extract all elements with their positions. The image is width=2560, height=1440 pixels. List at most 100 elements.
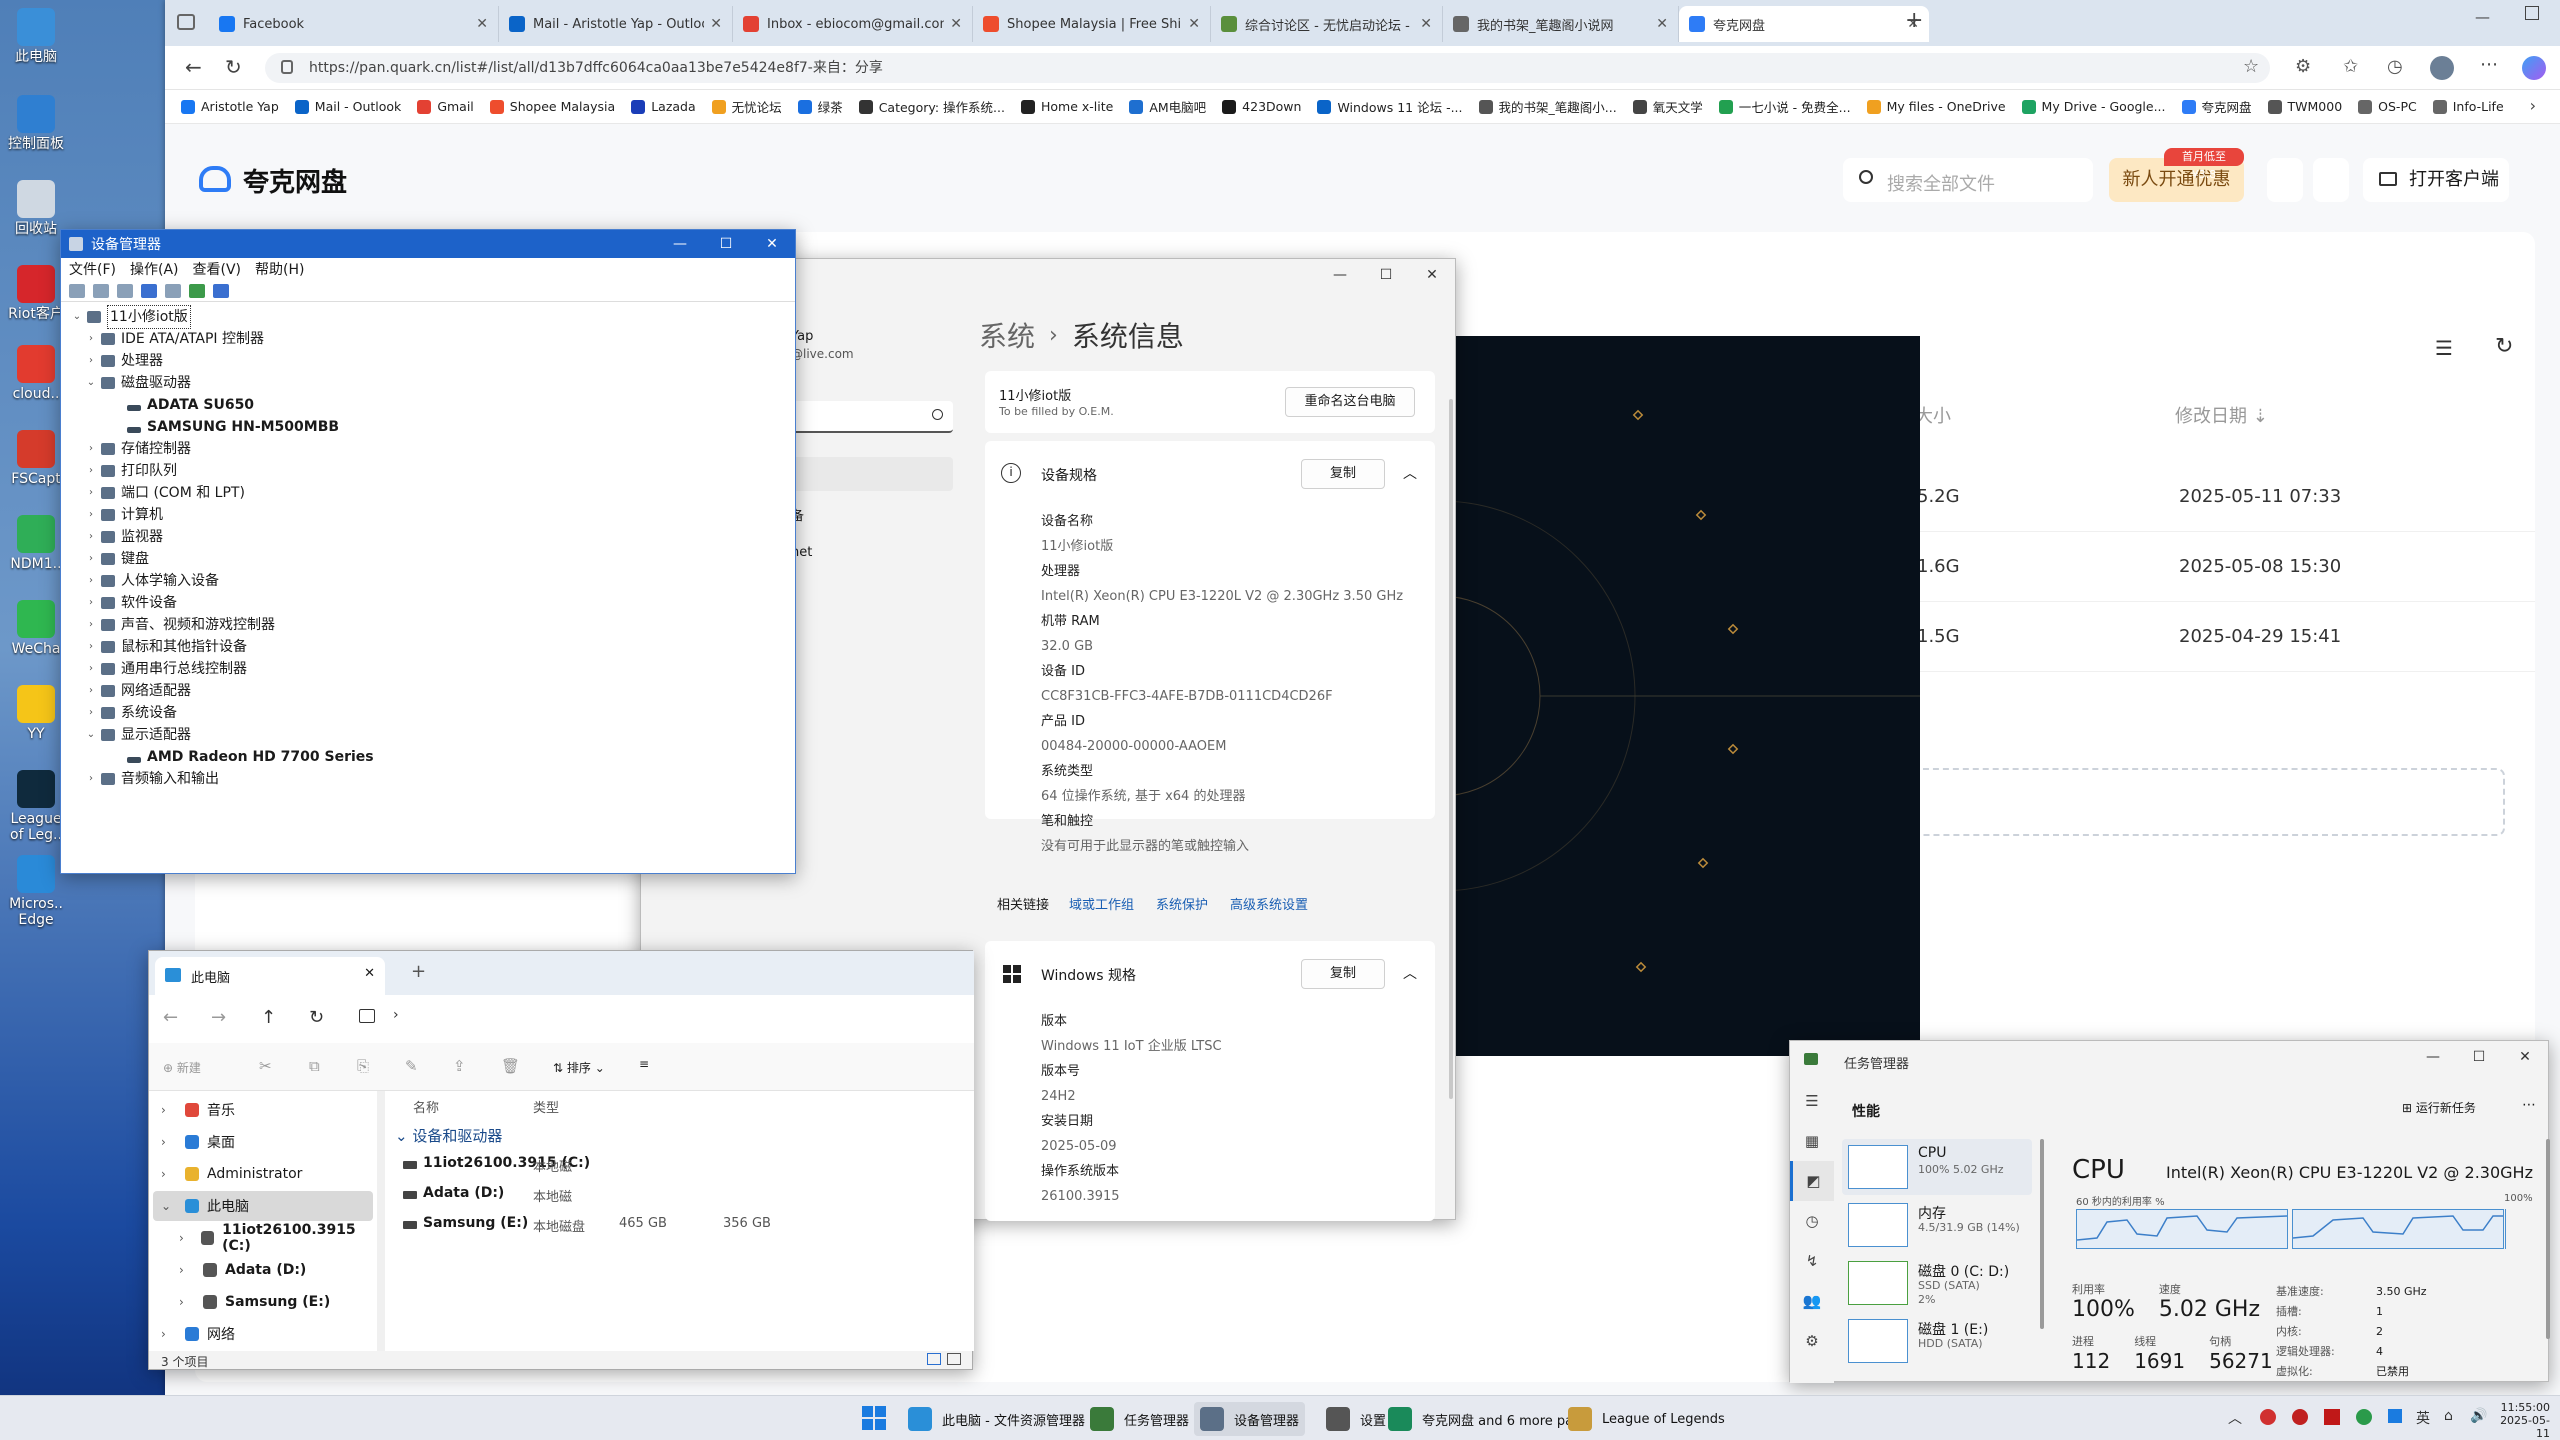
tray-app-icon[interactable] xyxy=(2324,1409,2340,1425)
settings-search-input[interactable] xyxy=(791,401,953,433)
minimize-icon[interactable]: — xyxy=(657,230,703,258)
upload-drop-zone[interactable] xyxy=(1905,768,2505,836)
nav-tree-item[interactable]: › 桌面 xyxy=(153,1127,373,1157)
site-info-icon[interactable] xyxy=(281,60,293,74)
share-icon[interactable]: ⇪ xyxy=(453,1057,466,1075)
promo-button[interactable]: 新人开通优惠 首月低至¥3.8 xyxy=(2109,148,2244,202)
drive-row[interactable]: Samsung (E:) 本地磁盘 465 GB 356 GB xyxy=(385,1211,974,1241)
chevron-right-icon[interactable]: › xyxy=(161,1103,177,1117)
chevron-right-icon[interactable]: › xyxy=(83,328,99,350)
spec-value[interactable]: Intel(R) Xeon(R) CPU E3-1220L V2 @ 2.30G… xyxy=(985,584,1435,609)
url-field[interactable]: https://pan.quark.cn/list#/list/all/d13b… xyxy=(265,53,2270,83)
performance-icon[interactable]: ◩ xyxy=(1790,1161,1834,1201)
chevron-right-icon[interactable]: › xyxy=(161,1167,177,1181)
size-column-header[interactable]: 大小 xyxy=(1915,402,1951,428)
collapse-icon[interactable]: ︿ xyxy=(1403,963,1417,983)
resource-list-scrollbar[interactable] xyxy=(2040,1139,2044,1329)
chevron-right-icon[interactable]: › xyxy=(83,570,99,592)
desktop-icon[interactable]: 控制面板 xyxy=(6,95,66,152)
spec-value[interactable]: 11小修iot版 xyxy=(985,534,1435,559)
delete-icon[interactable]: 🗑 xyxy=(501,1057,520,1075)
new-button[interactable]: ⊕ 新建 xyxy=(163,1059,201,1076)
tree-node[interactable]: › 打印队列 xyxy=(69,460,795,482)
extensions-icon[interactable]: ⚙ xyxy=(2295,56,2311,77)
more-icon[interactable]: ⋯ xyxy=(2522,1097,2536,1113)
chevron-right-icon[interactable]: › xyxy=(161,1327,177,1341)
tree-node[interactable]: › 声音、视频和游戏控制器 xyxy=(69,614,795,636)
close-icon[interactable]: ✕ xyxy=(2502,1041,2548,1073)
bookmark-item[interactable]: TWM000 xyxy=(2267,99,2342,114)
type-column-header[interactable]: 类型 xyxy=(533,1097,559,1116)
bookmarks-overflow-icon[interactable]: › xyxy=(2530,96,2536,115)
spec-value[interactable]: CC8F31CB-FFC3-4AFE-B7DB-0111CD4CD26F xyxy=(985,684,1435,709)
close-tab-icon[interactable]: ✕ xyxy=(1420,16,1432,32)
desktop-icon[interactable]: NDM1.. xyxy=(6,515,66,572)
chevron-right-icon[interactable]: › xyxy=(83,636,99,658)
restore-icon[interactable] xyxy=(2525,6,2539,20)
view-icon[interactable]: ≡ xyxy=(639,1057,649,1071)
chevron-down-icon[interactable]: ⌄ xyxy=(83,724,99,746)
resource-item[interactable]: 磁盘 1 (E:) HDD (SATA) xyxy=(1842,1313,2032,1369)
clock[interactable]: 11:55:00 2025-05-11 xyxy=(2490,1401,2550,1440)
more-icon[interactable]: ⋯ xyxy=(2480,54,2498,75)
related-link[interactable]: 高级系统设置 xyxy=(1230,894,1308,913)
spec-value[interactable]: 64 位操作系统, 基于 x64 的处理器 xyxy=(985,784,1435,809)
tree-node[interactable]: › 处理器 xyxy=(69,350,795,372)
desktop-icon[interactable]: Riot客户 xyxy=(6,265,66,322)
nav-tree-item[interactable]: › 音乐 xyxy=(153,1095,373,1125)
profile-avatar[interactable] xyxy=(2430,56,2454,80)
up-icon[interactable]: ↑ xyxy=(261,1007,276,1028)
copy-windows-spec-button[interactable]: 复制 xyxy=(1301,959,1385,989)
browser-tab[interactable]: Mail - Aristotle Yap - Outlook ✕ xyxy=(499,6,733,42)
chevron-right-icon[interactable]: › xyxy=(83,526,99,548)
bookmark-item[interactable]: OS-PC xyxy=(2358,99,2417,114)
device-manager-titlebar[interactable]: 设备管理器 — ☐ ✕ xyxy=(61,230,795,258)
tree-node[interactable]: › 计算机 xyxy=(69,504,795,526)
spec-value[interactable]: 26100.3915 xyxy=(985,1184,1435,1209)
chevron-right-icon[interactable]: › xyxy=(83,702,99,724)
properties-icon[interactable] xyxy=(117,283,133,298)
processes-icon[interactable]: ▦ xyxy=(1790,1121,1834,1161)
spec-value[interactable]: 00484-20000-00000-AAOEM xyxy=(985,734,1435,759)
nav-tree-item[interactable]: › 11iot26100.3915 (C:) xyxy=(153,1222,373,1254)
taskbar-item[interactable]: 此电脑 - 文件资源管理器 xyxy=(902,1402,1091,1436)
browser-tab[interactable]: 我的书架_笔趣阁小说网 ✕ xyxy=(1443,6,1679,42)
desktop-icon[interactable]: WeCha xyxy=(6,600,66,657)
bookmark-item[interactable]: Aristotle Yap xyxy=(181,99,279,114)
desktop-icon[interactable]: cloud.. xyxy=(6,345,66,402)
sort-button[interactable]: ⇅ 排序 ⌄ xyxy=(553,1059,605,1076)
volume-icon[interactable]: 🔊 xyxy=(2470,1408,2487,1424)
menu-item[interactable]: 文件(F) xyxy=(69,259,116,279)
bookmark-item[interactable]: Mail - Outlook xyxy=(294,99,401,114)
bookmark-item[interactable]: 一七小说 - 免费全... xyxy=(1718,97,1851,116)
download-icon[interactable] xyxy=(2313,158,2349,202)
tree-node[interactable]: › 软件设备 xyxy=(69,592,795,614)
maximize-icon[interactable]: ☐ xyxy=(703,230,749,258)
history-icon[interactable]: ◷ xyxy=(2387,56,2403,77)
back-icon[interactable] xyxy=(69,283,85,298)
bookmark-item[interactable]: Lazada xyxy=(631,99,696,114)
tree-node[interactable]: › 音频输入和输出 xyxy=(69,768,795,790)
network-icon[interactable]: ⌂ xyxy=(2444,1408,2453,1424)
browser-tab[interactable]: Facebook ✕ xyxy=(209,6,499,42)
tree-node[interactable]: › IDE ATA/ATAPI 控制器 xyxy=(69,328,795,350)
nav-pane-scrollbar[interactable] xyxy=(377,1091,385,1351)
taskbar-item[interactable]: League of Legends xyxy=(1562,1402,1731,1436)
desktop-icon[interactable]: Micros.. Edge xyxy=(6,855,66,928)
tree-node[interactable]: SAMSUNG HN-M500MBB xyxy=(69,416,795,438)
maximize-icon[interactable]: ☐ xyxy=(1363,259,1409,291)
bookmark-item[interactable]: My files - OneDrive xyxy=(1866,99,2006,114)
chevron-right-icon[interactable]: › xyxy=(393,1007,399,1023)
browser-tab[interactable]: Shopee Malaysia | Free Shipping ✕ xyxy=(973,6,1211,42)
close-tab-icon[interactable]: ✕ xyxy=(950,16,962,32)
bookmark-item[interactable]: 绿茶 xyxy=(797,97,843,116)
new-tab-button[interactable]: + xyxy=(411,961,426,982)
chevron-down-icon[interactable]: ⌄ xyxy=(83,372,99,394)
browser-tab[interactable]: Inbox - ebiocom@gmail.com - Gr ✕ xyxy=(733,6,973,42)
chevron-right-icon[interactable]: › xyxy=(83,592,99,614)
cut-icon[interactable]: ✂ xyxy=(259,1057,272,1075)
back-icon[interactable]: ← xyxy=(185,55,202,79)
browser-tab[interactable]: 综合讨论区 - 无忧启动论坛 - Pow ✕ xyxy=(1211,6,1443,42)
taskbar-item[interactable]: 夸克网盘 and 6 more pa xyxy=(1382,1402,1579,1436)
bookmark-item[interactable]: 无忧论坛 xyxy=(711,97,782,116)
